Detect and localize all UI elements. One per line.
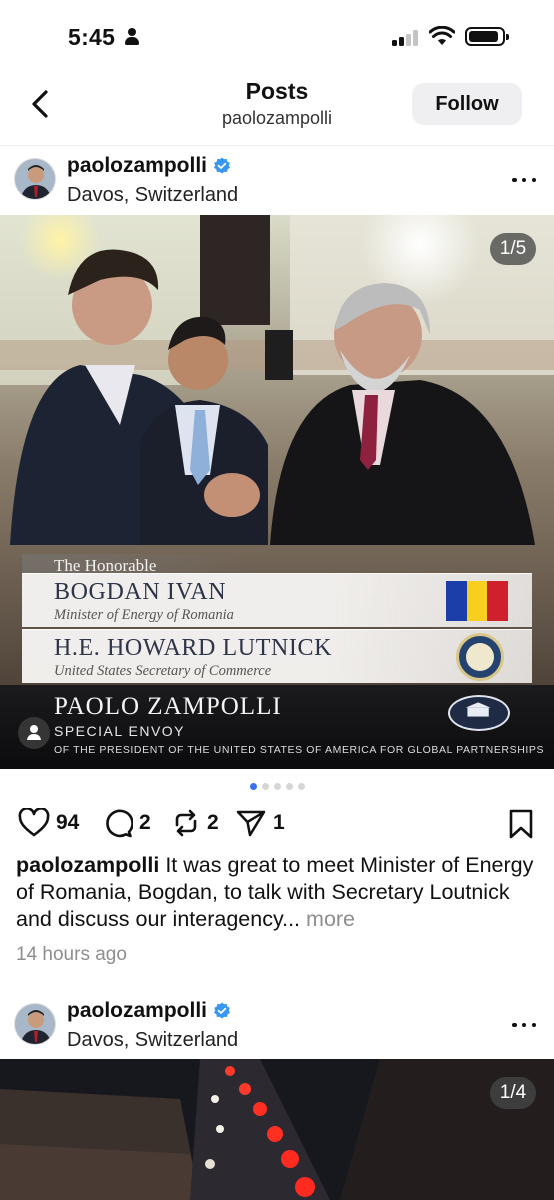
wifi-icon xyxy=(429,26,455,45)
post-username[interactable]: paolozampolli xyxy=(67,154,207,178)
carousel-dot xyxy=(285,783,293,790)
post-location[interactable]: Davos, Switzerland xyxy=(67,184,238,207)
overlay-row: H.E. HOWARD LUTNICK United States Secret… xyxy=(22,629,532,683)
photo-image xyxy=(0,1059,554,1200)
avatar[interactable] xyxy=(14,158,56,200)
person-icon xyxy=(124,28,140,46)
cellular-signal-icon xyxy=(392,30,422,46)
white-house-logo-icon xyxy=(448,695,510,731)
caption-more-link[interactable]: more xyxy=(306,907,355,931)
like-count: 94 xyxy=(56,811,80,834)
overlay-role: Minister of Energy of Romania xyxy=(54,607,234,623)
carousel-dots xyxy=(0,783,554,790)
overlay-name: H.E. HOWARD LUTNICK xyxy=(54,635,333,661)
overlay-name: BOGDAN IVAN xyxy=(54,579,227,605)
overlay-row: BOGDAN IVAN Minister of Energy of Romani… xyxy=(22,573,532,627)
heart-icon xyxy=(18,808,50,837)
repost-count: 2 xyxy=(207,811,219,834)
verified-badge-icon xyxy=(214,157,231,174)
like-button[interactable]: 94 xyxy=(18,808,79,838)
post-caption: paolozampolli It was great to meet Minis… xyxy=(16,852,541,933)
post-photo[interactable]: 1/4 xyxy=(0,1059,554,1200)
comment-icon xyxy=(106,809,133,838)
envoy-title: SPECIAL ENVOY xyxy=(54,723,186,739)
status-bar: 5:45 xyxy=(0,0,554,70)
overlay-envoy-banner: PAOLO ZAMPOLLI SPECIAL ENVOY OF THE PRES… xyxy=(0,685,554,769)
overlay-role: United States Secretary of Commerce xyxy=(54,663,272,679)
repost-icon xyxy=(175,809,197,837)
repost-button[interactable]: 2 xyxy=(171,808,219,838)
bookmark-button[interactable] xyxy=(508,809,534,839)
envoy-description: OF THE PRESIDENT OF THE UNITED STATES OF… xyxy=(54,744,545,756)
carousel-dot xyxy=(249,783,257,790)
carousel-counter: 1/5 xyxy=(490,233,536,265)
commerce-seal-icon xyxy=(456,633,504,681)
user-tag-icon[interactable] xyxy=(18,717,50,749)
comment-count: 2 xyxy=(139,811,151,834)
post-actions: 94 2 2 1 xyxy=(0,804,554,844)
comment-button[interactable]: 2 xyxy=(103,808,151,838)
carousel-dot xyxy=(261,783,269,790)
send-icon xyxy=(236,810,266,837)
follow-button[interactable]: Follow xyxy=(412,83,522,125)
post-timestamp: 14 hours ago xyxy=(16,944,127,965)
carousel-dot xyxy=(273,783,281,790)
battery-icon xyxy=(465,27,509,46)
carousel-counter: 1/4 xyxy=(490,1077,536,1109)
carousel-dot xyxy=(297,783,305,790)
nav-header: Posts paolozampolli Follow xyxy=(0,70,554,146)
status-time: 5:45 xyxy=(68,24,116,50)
share-count: 1 xyxy=(273,811,285,834)
more-options-button[interactable] xyxy=(512,168,536,192)
avatar[interactable] xyxy=(14,1003,56,1045)
post-header: paolozampolli Davos, Switzerland xyxy=(0,991,554,1059)
post-username[interactable]: paolozampolli xyxy=(67,999,207,1023)
share-button[interactable]: 1 xyxy=(235,808,285,838)
more-options-button[interactable] xyxy=(512,1013,536,1037)
caption-username[interactable]: paolozampolli xyxy=(16,853,159,877)
verified-badge-icon xyxy=(214,1002,231,1019)
envoy-name: PAOLO ZAMPOLLI xyxy=(54,693,282,720)
post-header: paolozampolli Davos, Switzerland xyxy=(0,146,554,214)
post-photo[interactable]: 1/5 The Honorable BOGDAN IVAN Minister o… xyxy=(0,215,554,769)
post-location[interactable]: Davos, Switzerland xyxy=(67,1029,238,1052)
romania-flag-icon xyxy=(446,581,509,621)
